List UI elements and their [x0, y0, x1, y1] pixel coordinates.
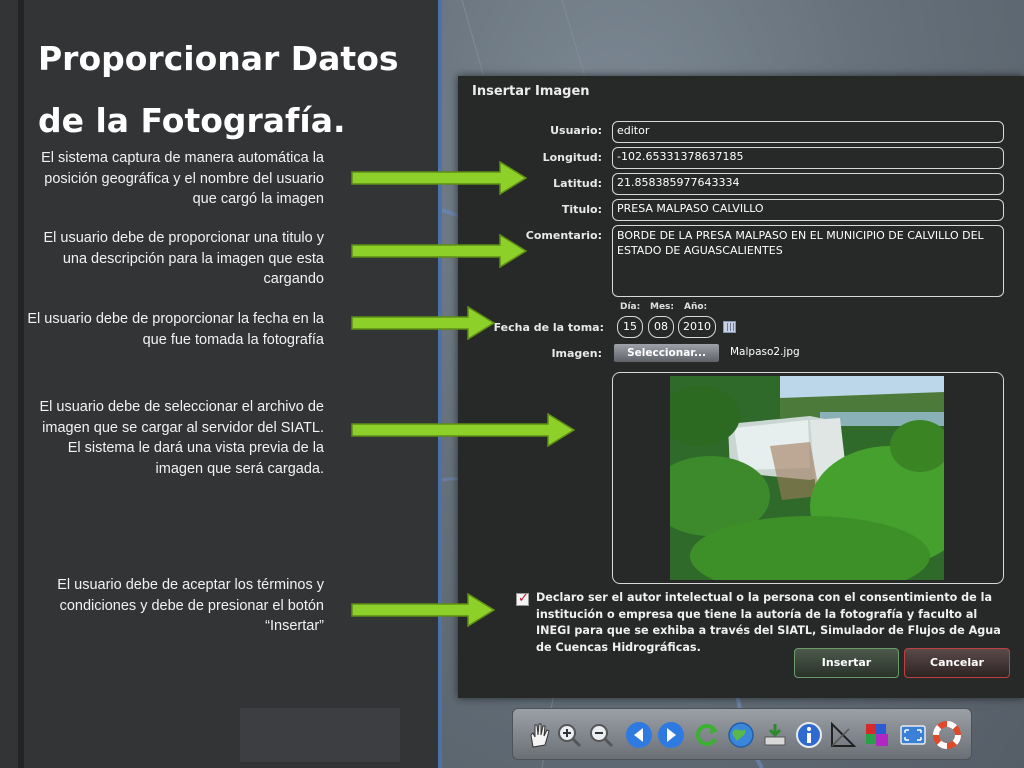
slide-title-line1: Proporcionar Datos [38, 39, 399, 78]
cancel-button[interactable]: Cancelar [904, 648, 1010, 678]
info-icon[interactable] [795, 721, 823, 749]
arrow-to-image-preview [351, 412, 576, 448]
image-preview [670, 376, 944, 580]
slide-title: Proporcionar Datos de la Fotografía. [38, 28, 418, 152]
calendar-icon[interactable] [723, 321, 736, 333]
titulo-label: Titulo: [561, 203, 602, 216]
note-auto-position: El sistema captura de manera automática … [41, 150, 324, 207]
forward-arrow-icon[interactable] [657, 721, 685, 749]
dialog-title: Insertar Imagen [472, 84, 590, 99]
arrow-to-date-fields [351, 305, 496, 341]
usuario-label: Usuario: [550, 124, 602, 137]
arrow-to-position-fields [351, 160, 528, 196]
measure-icon[interactable] [829, 721, 857, 749]
imagen-label: Imagen: [551, 347, 602, 360]
day-field[interactable]: 15 [617, 316, 643, 338]
zoom-in-icon[interactable] [555, 721, 583, 749]
note-select-file: El usuario debe de seleccionar el archiv… [39, 399, 324, 477]
year-label: Año: [684, 302, 708, 312]
refresh-icon[interactable] [693, 721, 721, 749]
note-date: El usuario debe de proporcionar la fecha… [27, 311, 324, 348]
globe-icon[interactable] [727, 721, 755, 749]
latitud-field[interactable]: 21.858385977643334 [612, 173, 1004, 195]
titulo-field[interactable]: PRESA MALPASO CALVILLO [612, 199, 1004, 221]
coordinates-readout [240, 708, 400, 762]
panel-edge [18, 0, 24, 768]
terms-checkbox[interactable] [516, 591, 529, 606]
arrow-to-title-fields [351, 233, 528, 269]
longitud-field[interactable]: -102.65331378637185 [612, 147, 1004, 169]
3d-icon[interactable] [863, 721, 891, 749]
fullscreen-icon[interactable] [899, 721, 927, 749]
explanation-panel: Proporcionar Datos de la Fotografía. El … [0, 0, 440, 768]
terms-text: Declaro ser el autor intelectual o la pe… [536, 591, 1001, 654]
hand-pan-icon[interactable] [525, 721, 553, 749]
month-field[interactable]: 08 [648, 316, 674, 338]
insert-image-dialog: Insertar Imagen Usuario: editor Longitud… [458, 76, 1024, 698]
select-file-button[interactable]: Seleccionar... [613, 343, 720, 363]
back-arrow-icon[interactable] [625, 721, 653, 749]
note-title-description: El usuario debe de proporcionar una titu… [43, 230, 324, 287]
note-accept-terms: El usuario debe de aceptar los términos … [57, 577, 324, 634]
year-field[interactable]: 2010 [678, 316, 716, 338]
selected-filename: Malpaso2.jpg [730, 346, 800, 358]
arrow-to-terms [351, 592, 496, 628]
fecha-label: Fecha de la toma: [493, 321, 604, 334]
download-icon[interactable] [761, 721, 789, 749]
dam-photo [670, 376, 944, 580]
usuario-field[interactable]: editor [612, 121, 1004, 143]
insert-button[interactable]: Insertar [794, 648, 899, 678]
help-lifebuoy-icon[interactable] [933, 721, 961, 749]
month-label: Mes: [650, 302, 675, 312]
slide-title-line2: de la Fotografía. [38, 101, 346, 140]
zoom-out-icon[interactable] [587, 721, 615, 749]
comentario-field[interactable]: BORDE DE LA PRESA MALPASO EN EL MUNICIPI… [612, 225, 1004, 297]
day-label: Día: [620, 302, 641, 312]
map-toolbar [512, 708, 972, 760]
